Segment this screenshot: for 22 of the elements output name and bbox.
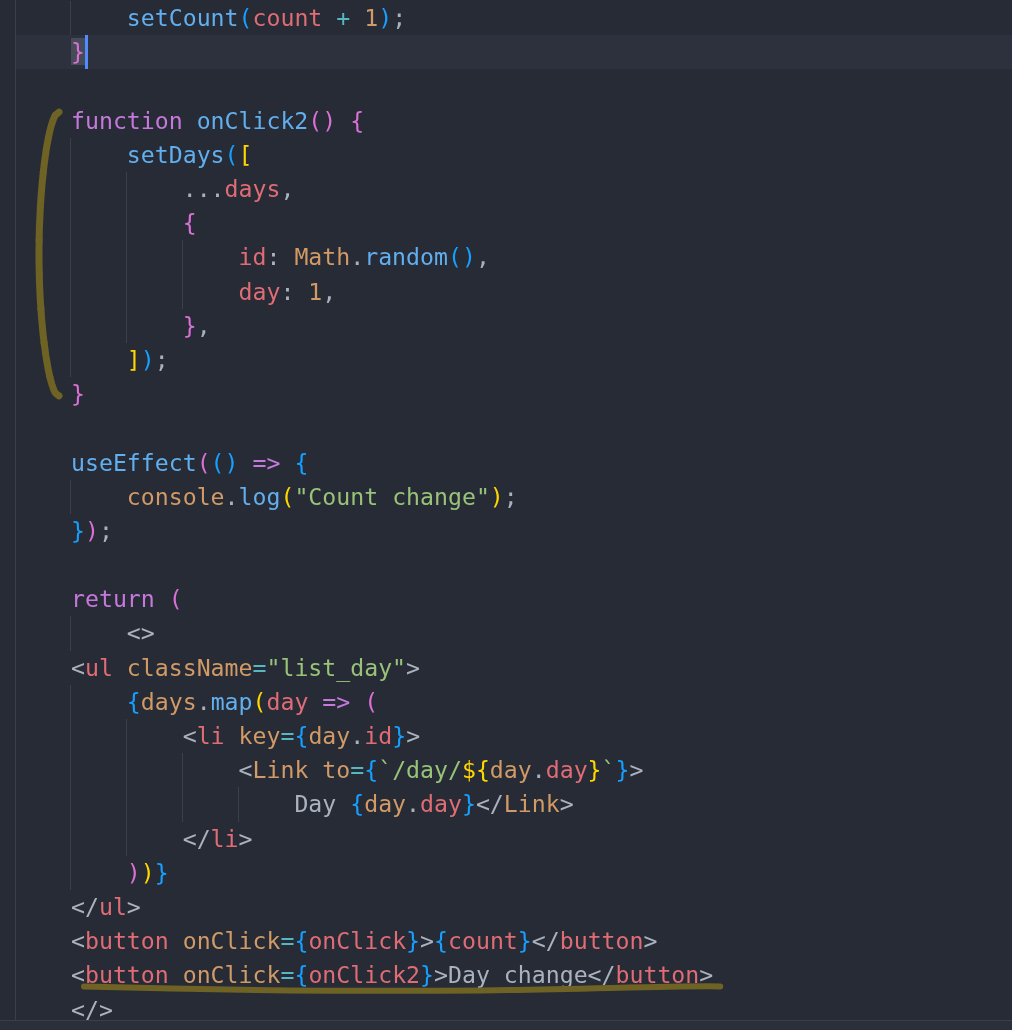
code-line: function onClick2() { [71,110,365,131]
code-line: </li> [182,828,253,849]
code-line: <li key={day.id}> [182,726,421,747]
code-line: </> [71,999,113,1020]
code-line: ]); [126,349,169,370]
code-line: ))} [126,862,169,883]
code-line: }, [182,315,211,336]
code-line: <> [126,623,155,644]
text-cursor [84,35,88,70]
code-line: useEffect(() => { [71,452,309,473]
code-line: <button onClick={onClick}>{count}</button> [71,931,658,952]
code-line: }); [71,520,113,541]
code-line: <Link to={`/day/${day.day}`}> [238,760,644,781]
code-line: </ul> [71,896,141,917]
code-line: setCount(count + 1); [126,8,407,29]
code-line: Day {day.day}</Link> [294,794,574,815]
code-line: return ( [71,589,183,610]
code-line: <button onClick={onClick2}>Day change</button> [71,965,714,986]
code-line: id: Math.random(), [238,247,490,268]
code-line: } [71,384,85,405]
code-line: ...days, [182,179,295,200]
code-line: { [182,213,197,234]
